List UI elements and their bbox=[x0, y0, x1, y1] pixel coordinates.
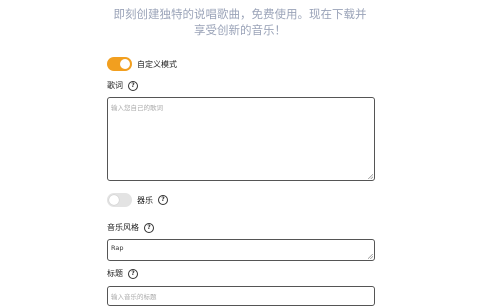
lyrics-label: 歌词 bbox=[107, 81, 123, 90]
lyrics-placeholder: 输入您自己的歌词 bbox=[111, 104, 163, 112]
custom-mode-toggle[interactable] bbox=[107, 57, 132, 71]
tagline-line-2: 享受创新的音乐！ bbox=[194, 23, 286, 37]
toggle-knob bbox=[120, 59, 130, 69]
title-label-row: 标题 ? bbox=[107, 268, 138, 279]
question-circle-icon[interactable]: ? bbox=[158, 195, 168, 205]
title-label: 标题 bbox=[107, 269, 123, 278]
instrumental-row: 器乐 ? bbox=[107, 193, 168, 207]
toggle-knob bbox=[109, 195, 119, 205]
question-circle-icon[interactable]: ? bbox=[128, 80, 138, 91]
style-input[interactable]: Rap bbox=[107, 239, 375, 261]
instrumental-label: 器乐 bbox=[137, 195, 153, 205]
lyrics-textarea[interactable]: 输入您自己的歌词 bbox=[107, 97, 375, 181]
style-label: 音乐风格 bbox=[107, 223, 139, 232]
custom-mode-row: 自定义模式 bbox=[107, 57, 177, 71]
question-circle-icon[interactable]: ? bbox=[144, 222, 154, 233]
style-value: Rap bbox=[111, 244, 124, 252]
lyrics-label-row: 歌词 ? bbox=[107, 80, 138, 91]
title-input[interactable]: 输入音乐的标题 bbox=[107, 286, 375, 306]
custom-mode-label: 自定义模式 bbox=[137, 59, 177, 69]
question-circle-icon[interactable]: ? bbox=[128, 268, 138, 279]
tagline-line-1: 即刻创建独特的说唱歌曲，免费使用。现在下载并 bbox=[113, 7, 367, 21]
resize-handle[interactable] bbox=[368, 174, 373, 179]
resize-handle[interactable] bbox=[368, 254, 373, 259]
tagline: 即刻创建独特的说唱歌曲，免费使用。现在下载并 享受创新的音乐！ bbox=[0, 6, 480, 38]
instrumental-toggle[interactable] bbox=[107, 193, 132, 207]
style-label-row: 音乐风格 ? bbox=[107, 222, 154, 233]
